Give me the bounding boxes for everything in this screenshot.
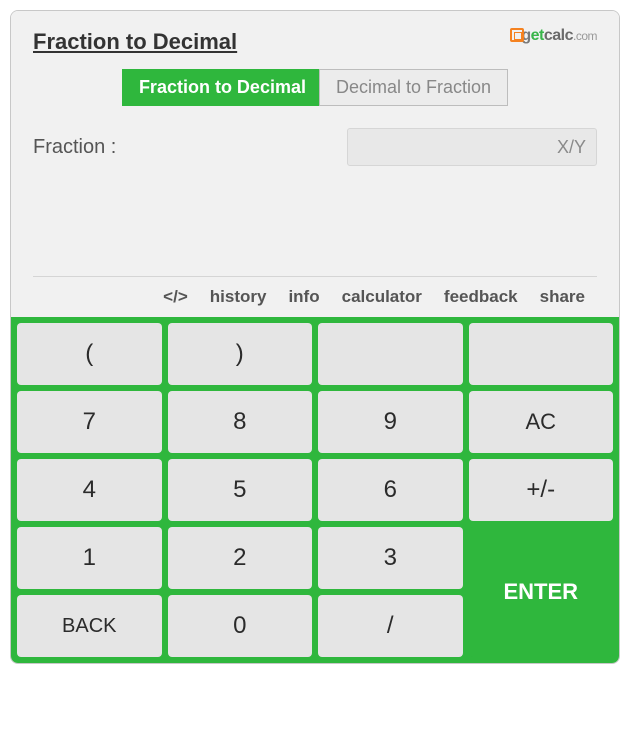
key-blank-1: [318, 323, 463, 385]
key-7[interactable]: 7: [17, 391, 162, 453]
fraction-input[interactable]: [347, 128, 597, 166]
key-5[interactable]: 5: [168, 459, 313, 521]
tab-fraction-to-decimal[interactable]: Fraction to Decimal: [122, 69, 323, 106]
key-open-paren[interactable]: (: [17, 323, 162, 385]
key-2[interactable]: 2: [168, 527, 313, 589]
info-link[interactable]: info: [288, 287, 319, 307]
key-1[interactable]: 1: [17, 527, 162, 589]
key-6[interactable]: 6: [318, 459, 463, 521]
key-plus-minus[interactable]: +/-: [469, 459, 614, 521]
share-link[interactable]: share: [540, 287, 585, 307]
history-link[interactable]: history: [210, 287, 267, 307]
input-row: Fraction :: [33, 124, 597, 276]
toolbar: </> history info calculator feedback sha…: [33, 276, 597, 317]
key-slash[interactable]: /: [318, 595, 463, 657]
feedback-link[interactable]: feedback: [444, 287, 518, 307]
key-9[interactable]: 9: [318, 391, 463, 453]
brand-logo[interactable]: getcalc.com: [510, 27, 597, 45]
embed-link[interactable]: </>: [163, 287, 188, 307]
key-3[interactable]: 3: [318, 527, 463, 589]
key-ac[interactable]: AC: [469, 391, 614, 453]
calculator-link[interactable]: calculator: [342, 287, 422, 307]
keypad-grid: ( ) 7 8 9 AC 4 5 6 +/- 1 2 3 ENTER BACK …: [17, 323, 613, 657]
key-blank-2: [469, 323, 614, 385]
key-back[interactable]: BACK: [17, 595, 162, 657]
key-close-paren[interactable]: ): [168, 323, 313, 385]
keypad: ( ) 7 8 9 AC 4 5 6 +/- 1 2 3 ENTER BACK …: [11, 317, 619, 663]
fraction-label: Fraction :: [33, 136, 116, 159]
calculator-widget: getcalc.com Fraction to Decimal Fraction…: [10, 10, 620, 664]
calculator-icon: [510, 28, 524, 42]
tab-decimal-to-fraction[interactable]: Decimal to Fraction: [319, 69, 508, 106]
upper-panel: getcalc.com Fraction to Decimal Fraction…: [11, 11, 619, 317]
key-4[interactable]: 4: [17, 459, 162, 521]
mode-tabs: Fraction to DecimalDecimal to Fraction: [33, 69, 597, 124]
key-enter[interactable]: ENTER: [469, 527, 614, 657]
key-8[interactable]: 8: [168, 391, 313, 453]
key-0[interactable]: 0: [168, 595, 313, 657]
